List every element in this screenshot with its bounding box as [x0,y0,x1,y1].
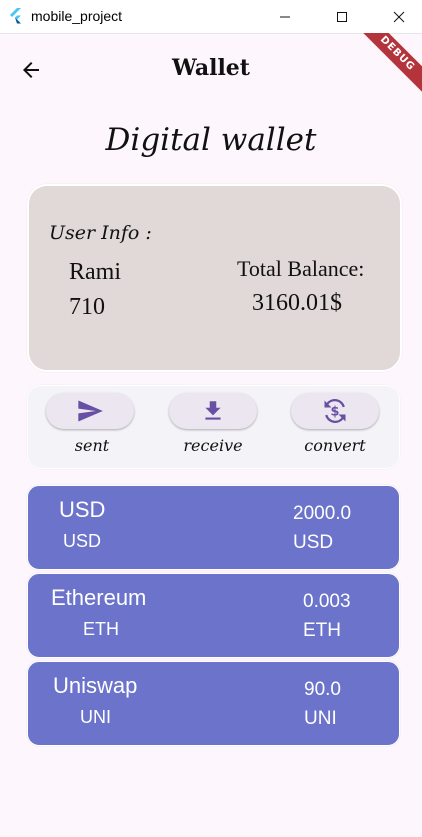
send-icon [78,400,103,422]
total-balance-value: 3160.01$ [252,290,342,316]
currency-unit: ETH [303,620,341,641]
send-button[interactable] [46,393,134,429]
user-id: 710 [69,294,105,320]
currency-card-eth[interactable]: Ethereum ETH 0.003 ETH [27,573,400,658]
minimize-icon [280,16,290,17]
currency-name: USD [59,497,106,522]
svg-text:$: $ [331,405,340,420]
currency-code: ETH [83,619,119,639]
currency-amount: 2000.0 [293,503,352,524]
user-info-label: User Info : [49,222,152,244]
total-balance-label: Total Balance: [237,256,365,281]
currency-name: Uniswap [53,673,138,698]
receive-label: receive [183,436,243,455]
page-title: Digital wallet [105,122,317,158]
convert-button[interactable]: $ [291,393,379,429]
app-bar: Wallet [0,33,422,105]
convert-label: convert [304,436,366,455]
close-button[interactable] [376,0,422,33]
send-label: sent [74,436,110,455]
user-name: Rami [69,259,121,285]
minimize-button[interactable] [262,0,308,33]
currency-unit: USD [293,532,334,553]
currency-code: UNI [80,707,111,727]
window-titlebar: mobile_project [0,0,422,34]
currency-unit: UNI [304,708,337,729]
currency-name: Ethereum [51,585,147,610]
currency-card-usd[interactable]: USD USD 2000.0 USD [27,485,400,570]
user-info-card: User Info : Rami 710 Total Balance: 3160… [27,184,402,372]
app-bar-title: Wallet [172,55,250,81]
currency-amount: 90.0 [304,679,341,700]
close-icon [393,11,405,22]
maximize-button[interactable] [319,0,365,33]
flutter-logo-icon [10,8,21,24]
window-title: mobile_project [31,8,123,24]
currency-card-uni[interactable]: Uniswap UNI 90.0 UNI [27,661,400,746]
receive-button[interactable] [169,393,257,429]
currency-amount: 0.003 [303,591,351,612]
download-icon [205,401,221,420]
currency-exchange-icon: $ [324,399,346,423]
maximize-icon [337,11,347,22]
actions-card: sent receive $ convert [27,385,400,469]
currency-code: USD [63,531,102,551]
